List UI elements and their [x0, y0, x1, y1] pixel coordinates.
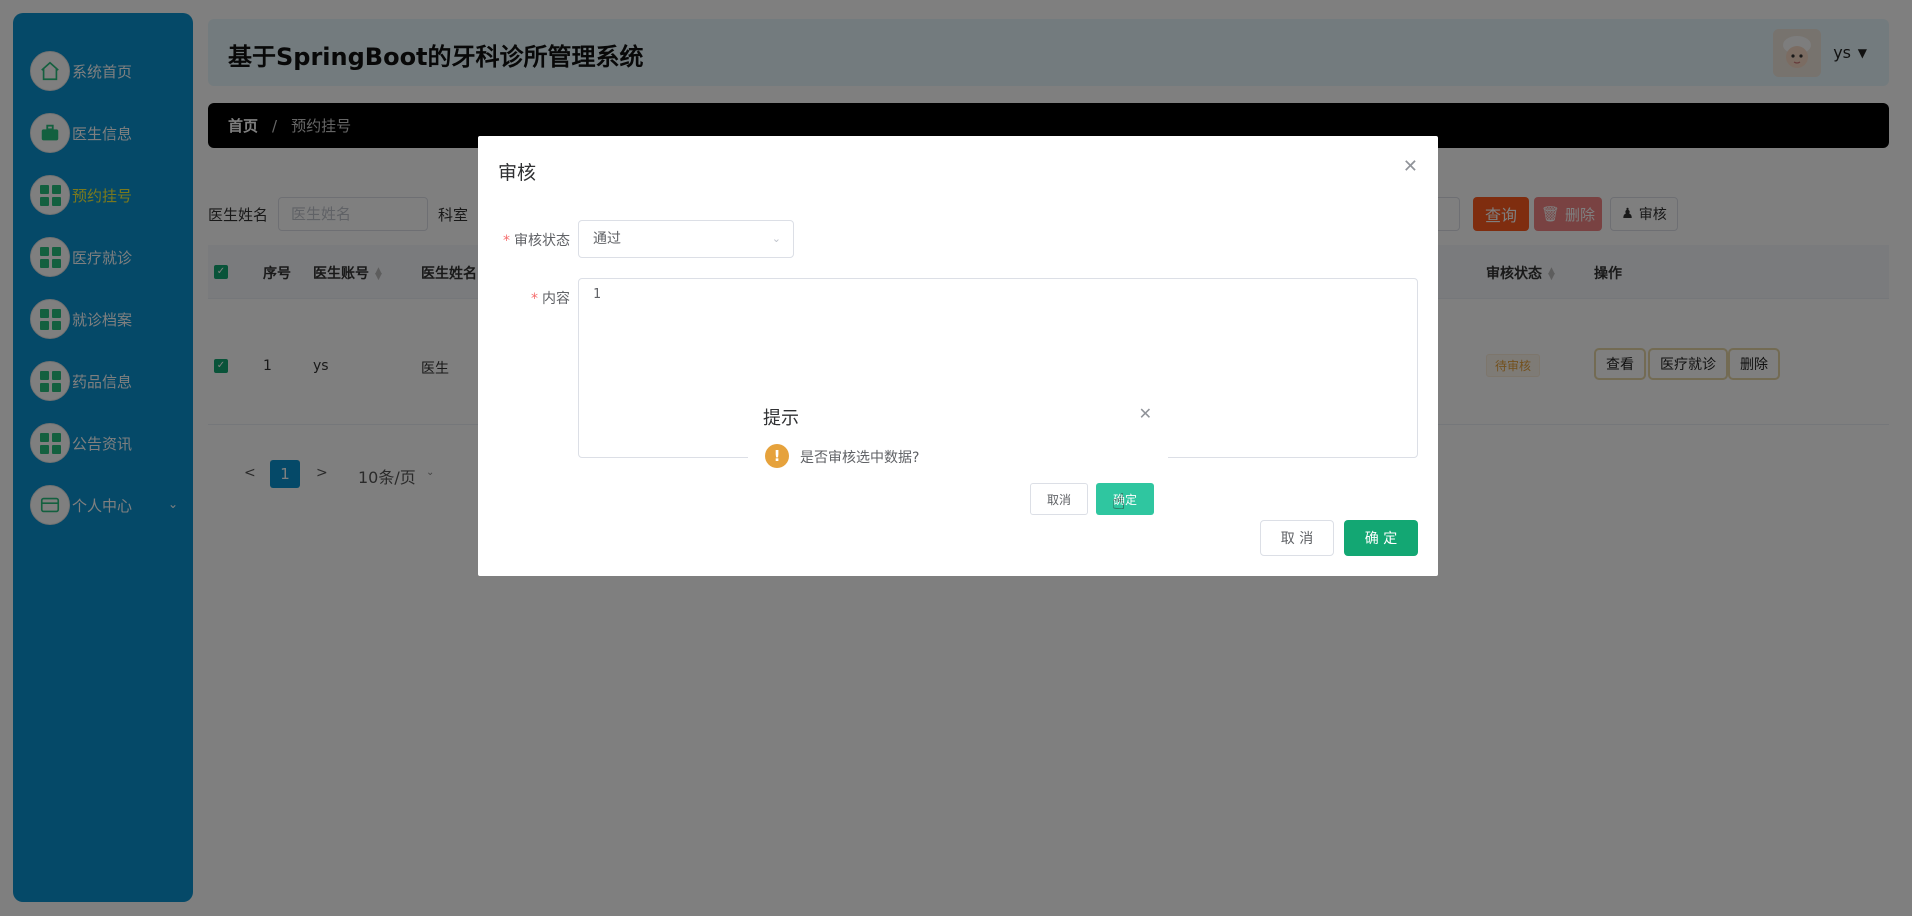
status-field-label: * 审核状态	[503, 233, 570, 249]
warning-icon: !	[765, 444, 789, 468]
close-icon[interactable]: ✕	[1139, 404, 1152, 423]
dialog-confirm-button[interactable]: 确 定	[1344, 520, 1418, 556]
confirm-title: 提示	[763, 408, 799, 429]
audit-status-select[interactable]: 通过 ⌄	[578, 220, 794, 258]
chevron-down-icon: ⌄	[771, 232, 781, 245]
confirm-cancel-button[interactable]: 取消	[1030, 483, 1088, 515]
content-field-label: * 内容	[531, 291, 570, 307]
audit-dialog-title: 审核	[498, 162, 537, 184]
close-icon[interactable]: ✕	[1403, 156, 1418, 177]
hand-cursor-icon: ☝	[1112, 490, 1126, 515]
confirm-message-box: 提示 ✕ ! 是否审核选中数据? 取消 确定	[748, 390, 1168, 526]
confirm-message: 是否审核选中数据?	[800, 450, 920, 466]
audit-status-value: 通过	[593, 231, 621, 247]
dialog-cancel-button[interactable]: 取 消	[1260, 520, 1334, 556]
